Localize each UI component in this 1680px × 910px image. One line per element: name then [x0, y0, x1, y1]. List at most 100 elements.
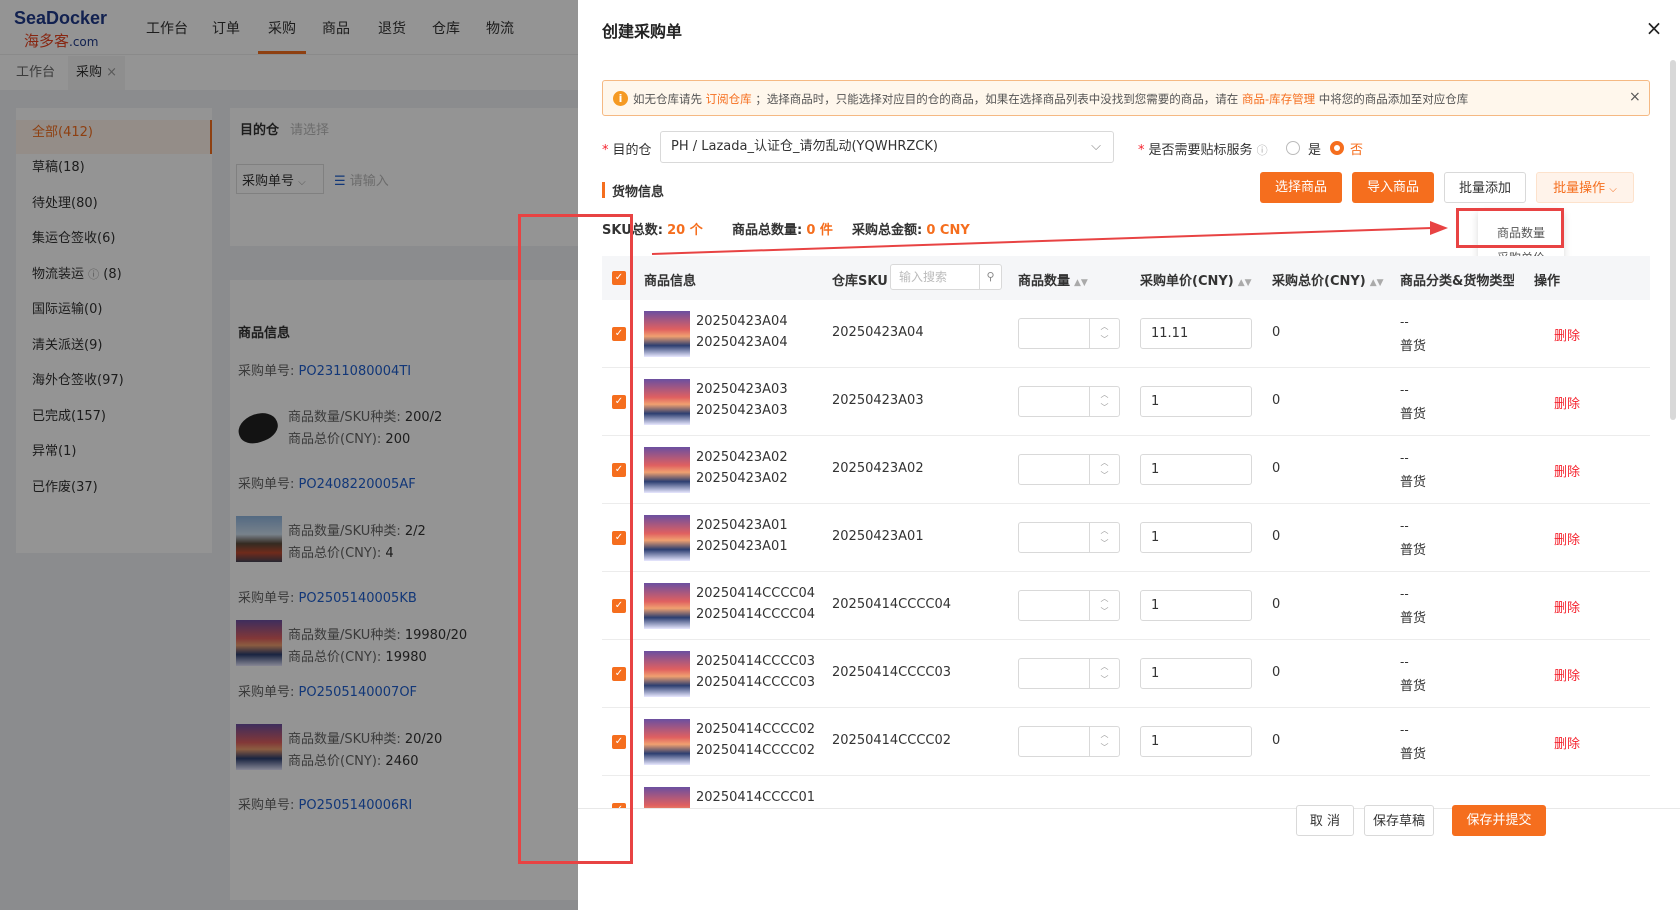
save-submit-button[interactable]: 保存并提交 — [1452, 805, 1546, 836]
unit-price-input[interactable]: 1 — [1140, 454, 1252, 485]
col-total[interactable]: 采购总价(CNY) ▲▼ — [1272, 270, 1384, 289]
chevron-up-icon[interactable]: ︿ — [1090, 661, 1119, 672]
table-row: ✓ 20250423A02 20250423A02 20250423A02 ︿ ﹀ 1 0 --… — [602, 436, 1650, 504]
subscribe-warehouse-link[interactable]: 订阅仓库 — [706, 92, 752, 106]
cargo-type: 普货 — [1400, 747, 1427, 762]
delete-button[interactable]: 删除 — [1554, 665, 1580, 684]
col-category: 商品分类&货物类型 — [1400, 274, 1514, 289]
stat-qty: 商品总数量: 0 件 — [732, 223, 833, 238]
chevron-down-icon[interactable]: ﹀ — [1090, 674, 1119, 685]
quantity-stepper[interactable]: ︿ ﹀ — [1018, 454, 1120, 485]
category: -- — [1400, 587, 1409, 601]
product-code: 20250423A03 — [696, 403, 788, 418]
chevron-up-icon[interactable]: ︿ — [1090, 525, 1119, 536]
category: -- — [1400, 519, 1409, 533]
close-icon[interactable]: × — [1642, 16, 1666, 40]
row-total: 0 — [1272, 461, 1281, 476]
cargo-type: 普货 — [1400, 543, 1427, 558]
info-alert: i 如无仓库请先 订阅仓库 ；选择商品时，只能选择对应目的仓的商品，如果在选择商… — [602, 80, 1650, 116]
quantity-stepper[interactable]: ︿ ﹀ — [1018, 590, 1120, 621]
row-total: 0 — [1272, 665, 1281, 680]
quantity-stepper[interactable]: ︿ ﹀ — [1018, 386, 1120, 417]
warehouse-sku: 20250414CCCC03 — [832, 665, 952, 680]
delete-button[interactable]: 删除 — [1554, 529, 1580, 548]
product-name: 20250423A03 — [696, 382, 788, 397]
save-draft-button[interactable]: 保存草稿 — [1364, 805, 1434, 836]
drawer-title: 创建采购单 — [602, 22, 683, 41]
dest-warehouse-select[interactable]: PH / Lazada_认证仓_请勿乱动(YQWHRZCK) ⌵ — [660, 131, 1114, 163]
product-name: 20250423A02 — [696, 450, 788, 465]
unit-price-input[interactable]: 1 — [1140, 590, 1252, 621]
radio-no-label[interactable]: 否 — [1350, 139, 1363, 158]
cargo-type: 普货 — [1400, 339, 1427, 354]
quantity-stepper[interactable]: ︿ ﹀ — [1018, 658, 1120, 689]
radio-yes-label[interactable]: 是 — [1308, 139, 1321, 158]
chevron-up-icon[interactable]: ︿ — [1090, 389, 1119, 400]
batch-add-button[interactable]: 批量添加 — [1444, 172, 1526, 203]
create-po-drawer: 创建采购单 × i 如无仓库请先 订阅仓库 ；选择商品时，只能选择对应目的仓的商… — [578, 0, 1680, 910]
unit-price-input[interactable]: 11.11 — [1140, 318, 1252, 349]
quantity-stepper[interactable]: ︿ ﹀ — [1018, 522, 1120, 553]
chevron-up-icon[interactable]: ︿ — [1090, 321, 1119, 332]
chevron-down-icon[interactable]: ﹀ — [1090, 334, 1119, 345]
drawer-scrollbar[interactable] — [1670, 60, 1676, 420]
chevron-down-icon[interactable]: ﹀ — [1090, 606, 1119, 617]
help-icon: ⓘ — [1256, 144, 1268, 157]
chevron-up-icon[interactable]: ︿ — [1090, 729, 1119, 740]
product-name: 20250414CCCC01 — [696, 790, 816, 805]
inventory-link[interactable]: 商品-库存管理 — [1242, 92, 1315, 106]
warehouse-sku: 20250414CCCC02 — [832, 733, 952, 748]
chevron-up-icon[interactable]: ︿ — [1090, 457, 1119, 468]
import-product-button[interactable]: 导入商品 — [1352, 172, 1434, 203]
chevron-down-icon[interactable]: ﹀ — [1090, 538, 1119, 549]
col-price[interactable]: 采购单价(CNY) ▲▼ — [1140, 270, 1252, 289]
category: -- — [1400, 315, 1409, 329]
chevron-down-icon[interactable]: ﹀ — [1090, 470, 1119, 481]
product-code: 20250414CCCC03 — [696, 675, 816, 690]
chevron-down-icon: ⌵ — [1091, 139, 1101, 154]
unit-price-input[interactable]: 1 — [1140, 386, 1252, 417]
section-title: 货物信息 — [612, 185, 665, 200]
chevron-down-icon[interactable]: ﹀ — [1090, 402, 1119, 413]
row-total: 0 — [1272, 733, 1281, 748]
alert-close-icon[interactable]: × — [1629, 89, 1641, 105]
table-row: ✓ 20250414CCCC03 20250414CCCC03 20250414CCC… — [602, 640, 1650, 708]
warehouse-sku: 20250423A01 — [832, 529, 924, 544]
product-code: 20250423A04 — [696, 335, 788, 350]
delete-button[interactable]: 删除 — [1554, 597, 1580, 616]
unit-price-input[interactable]: 1 — [1140, 658, 1252, 689]
sku-search-input[interactable]: 输入搜索 ⚲ — [890, 264, 1002, 290]
delete-button[interactable]: 删除 — [1554, 461, 1580, 480]
product-name: 20250423A01 — [696, 518, 788, 533]
delete-button[interactable]: 删除 — [1554, 325, 1580, 344]
product-thumbnail — [644, 379, 690, 425]
alert-text: 如无仓库请先 订阅仓库 ；选择商品时，只能选择对应目的仓的商品，如果在选择商品列… — [633, 92, 1469, 106]
col-qty[interactable]: 商品数量 ▲▼ — [1018, 270, 1088, 289]
annotation-box-checkboxes — [518, 214, 633, 864]
table-row: ✓ 20250423A03 20250423A03 20250423A03 ︿ ﹀ 1 0 --… — [602, 368, 1650, 436]
sort-icon: ▲▼ — [1237, 278, 1252, 288]
cancel-button[interactable]: 取 消 — [1296, 805, 1354, 836]
chevron-up-icon[interactable]: ︿ — [1090, 593, 1119, 604]
modal-mask[interactable] — [0, 0, 580, 910]
product-thumbnail — [644, 719, 690, 765]
select-product-button[interactable]: 选择商品 — [1260, 172, 1342, 203]
radio-no[interactable] — [1330, 141, 1344, 155]
quantity-stepper[interactable]: ︿ ﹀ — [1018, 318, 1120, 349]
row-total: 0 — [1272, 597, 1281, 612]
batch-operation-button[interactable]: 批量操作 ⌵ — [1536, 172, 1634, 203]
cargo-type: 普货 — [1400, 679, 1427, 694]
warehouse-sku: 20250423A04 — [832, 325, 924, 340]
radio-yes[interactable] — [1286, 141, 1300, 155]
delete-button[interactable]: 删除 — [1554, 393, 1580, 412]
info-icon: i — [613, 91, 628, 106]
unit-price-input[interactable]: 1 — [1140, 522, 1252, 553]
chevron-down-icon[interactable]: ﹀ — [1090, 742, 1119, 753]
search-icon[interactable]: ⚲ — [979, 265, 1001, 289]
delete-button[interactable]: 删除 — [1554, 733, 1580, 752]
row-total: 0 — [1272, 393, 1281, 408]
unit-price-input[interactable]: 1 — [1140, 726, 1252, 757]
quantity-stepper[interactable]: ︿ ﹀ — [1018, 726, 1120, 757]
row-total: 0 — [1272, 529, 1281, 544]
product-name: 20250423A04 — [696, 314, 788, 329]
